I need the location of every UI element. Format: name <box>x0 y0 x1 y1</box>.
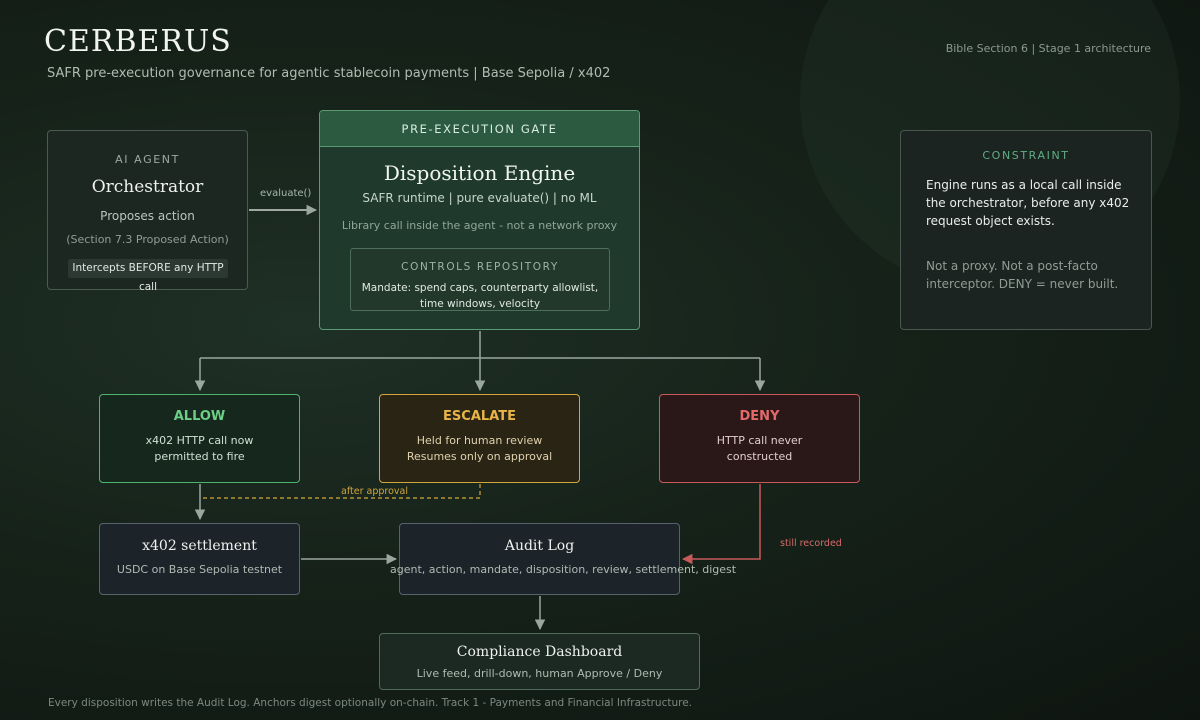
gate-line2: Library call inside the agent - not a ne… <box>341 219 618 232</box>
edge-label-evaluate: evaluate() <box>260 188 312 199</box>
escalate-title: ESCALATE <box>443 409 516 424</box>
agent-line2: (Section 7.3 Proposed Action) <box>66 233 229 246</box>
constraint-para1: Engine runs as a local call inside the o… <box>926 178 1130 228</box>
controls-text: Mandate: spend caps, counterparty allowl… <box>361 282 599 310</box>
connector-wires <box>194 204 766 631</box>
gate-header: PRE-EXECUTION GATE <box>320 111 639 147</box>
dashboard-line: Live feed, drill-down, human Approve / D… <box>416 667 663 680</box>
allow-title: ALLOW <box>173 409 226 424</box>
dashed-escalate-after-approval <box>200 484 481 499</box>
deny-line1: HTTP call never <box>716 434 803 447</box>
constraint-note: CONSTRAINT Engine runs as a local call i… <box>900 130 1152 330</box>
settlement-title: x402 settlement <box>142 538 257 554</box>
escalate-line2: Resumes only on approval <box>406 450 553 463</box>
settlement-line: USDC on Base Sepolia testnet <box>116 563 283 576</box>
deny-node: DENY HTTP call never constructed <box>659 394 860 483</box>
agent-line1: Proposes action <box>100 209 195 223</box>
audit-line: agent, action, mandate, disposition, rev… <box>390 563 737 576</box>
agent-badge: Intercepts BEFORE any HTTP call <box>68 259 228 293</box>
gate-title: Disposition Engine <box>383 161 576 185</box>
audit-title: Audit Log <box>504 538 575 554</box>
constraint-caption: CONSTRAINT <box>982 149 1070 162</box>
compliance-dashboard-node: Compliance Dashboard Live feed, drill-do… <box>379 633 700 690</box>
footer-note: Every disposition writes the Audit Log. … <box>48 697 693 709</box>
audit-log-node: Audit Log agent, action, mandate, dispos… <box>390 523 736 595</box>
agent-caption: AI AGENT <box>115 153 180 166</box>
escalate-node: ESCALATE Held for human review Resumes o… <box>379 394 580 483</box>
escalate-line1: Held for human review <box>416 434 543 447</box>
arrow-gate-to-decisions <box>194 331 766 392</box>
settlement-node: x402 settlement USDC on Base Sepolia tes… <box>99 523 300 595</box>
deny-line2: constructed <box>726 450 793 463</box>
disposition-engine-node: PRE-EXECUTION GATE Disposition Engine SA… <box>319 110 640 330</box>
edge-label-still-recorded: still recorded <box>780 538 842 549</box>
gate-line1: SAFR runtime | pure evaluate() | no ML <box>362 191 597 205</box>
allow-line2: permitted to fire <box>154 450 245 463</box>
arrow-deny-to-audit <box>681 484 761 565</box>
constraint-para2: Not a proxy. Not a post-facto intercepto… <box>926 259 1119 291</box>
allow-line1: x402 HTTP call now <box>145 434 254 447</box>
controls-repository: CONTROLS REPOSITORY Mandate: spend caps,… <box>350 248 610 311</box>
deny-title: DENY <box>739 409 780 424</box>
allow-node: ALLOW x402 HTTP call now permitted to fi… <box>99 394 300 483</box>
dashboard-title: Compliance Dashboard <box>456 644 623 660</box>
ai-agent-node: AI AGENT Orchestrator Proposes action (S… <box>47 130 248 293</box>
agent-title: Orchestrator <box>91 177 204 197</box>
controls-caption: CONTROLS REPOSITORY <box>401 261 559 273</box>
edge-label-after-approval: after approval <box>341 486 408 497</box>
